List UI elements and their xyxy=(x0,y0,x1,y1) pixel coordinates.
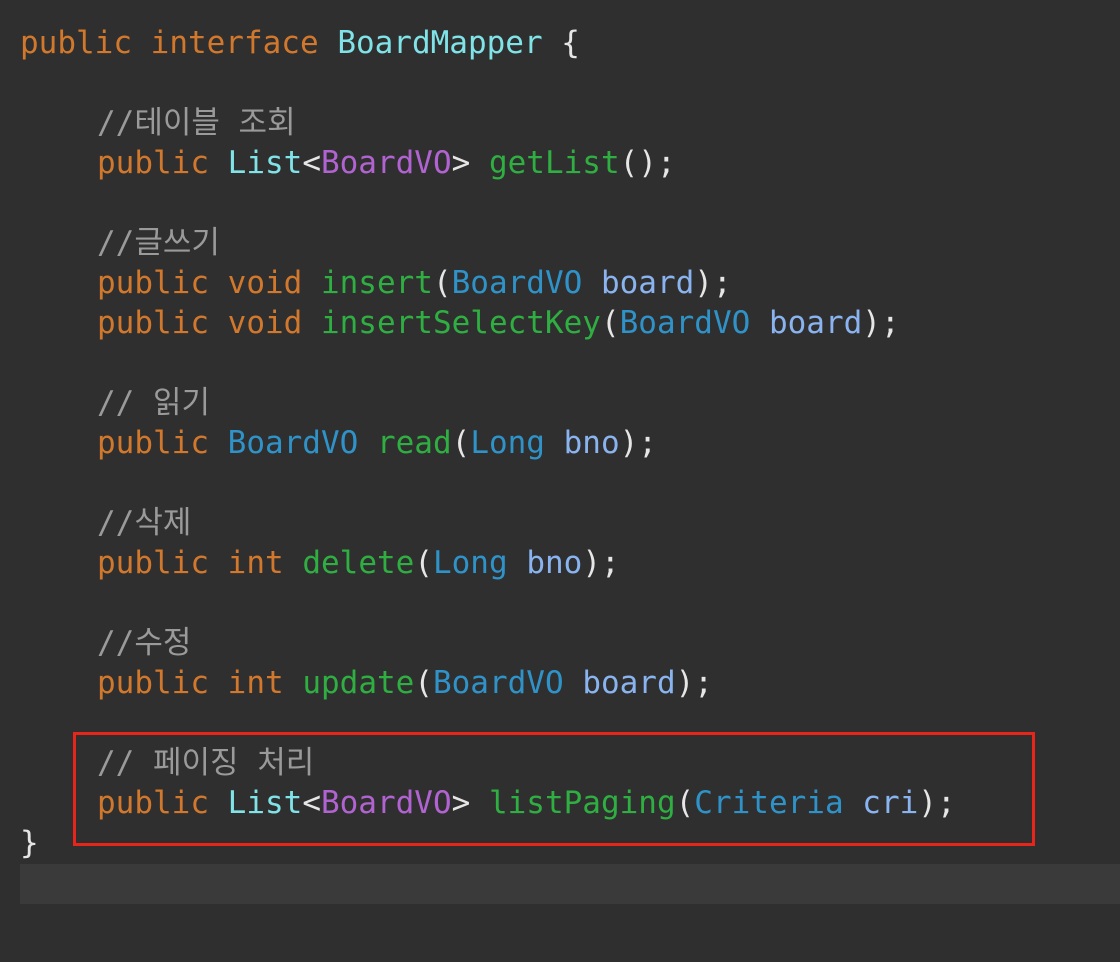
param-type: BoardVO xyxy=(432,665,564,701)
code-line-comment-read[interactable]: // 읽기 xyxy=(20,383,210,423)
param-type: Long xyxy=(432,545,508,581)
method-name: update xyxy=(302,665,415,701)
param-name: board xyxy=(600,265,695,301)
paren-close: ); xyxy=(862,305,900,341)
code-line-delete[interactable]: public int delete(Long bno); xyxy=(20,543,620,583)
paren-open: ( xyxy=(432,265,452,301)
comment: //글쓰기 xyxy=(97,225,220,261)
code-line-read[interactable]: public BoardVO read(Long bno); xyxy=(20,423,657,463)
paren-close: ); xyxy=(619,425,657,461)
param-name: board xyxy=(582,665,676,701)
keyword-interface: interface xyxy=(150,25,319,61)
type-list: List xyxy=(227,145,303,181)
code-line-comment-update[interactable]: //수정 xyxy=(20,623,191,663)
comment: //수정 xyxy=(97,625,192,661)
paren-open: ( xyxy=(414,545,433,581)
comment: //삭제 xyxy=(97,505,192,541)
paren-open: ( xyxy=(600,305,620,341)
return-type: BoardVO xyxy=(227,425,359,461)
keyword-public: public xyxy=(97,145,209,181)
param-type: Long xyxy=(470,425,545,461)
code-line-insert-select-key[interactable]: public void insertSelectKey(BoardVO boar… xyxy=(20,303,900,343)
interface-name: BoardMapper xyxy=(337,25,543,61)
brace-open: { xyxy=(542,25,580,61)
paren-open: ( xyxy=(414,665,433,701)
code-line-interface-declaration[interactable]: public interface BoardMapper { xyxy=(20,23,580,63)
highlight-annotation-box xyxy=(73,732,1035,846)
generic-open: < xyxy=(302,145,321,181)
param-type: BoardVO xyxy=(451,265,583,301)
paren-open: ( xyxy=(451,425,471,461)
code-line-get-list[interactable]: public List<BoardVO> getList(); xyxy=(20,143,676,183)
code-line-comment-list[interactable]: //테이블 조회 xyxy=(20,103,296,143)
param-name: bno xyxy=(563,425,620,461)
brace-close: } xyxy=(20,825,39,861)
keyword-public: public xyxy=(97,305,209,341)
keyword-public: public xyxy=(97,425,209,461)
code-line-comment-delete[interactable]: //삭제 xyxy=(20,503,191,543)
param-type: BoardVO xyxy=(619,305,751,341)
generic-close: > xyxy=(451,145,471,181)
method-name: delete xyxy=(302,545,415,581)
code-line-comment-insert[interactable]: //글쓰기 xyxy=(20,223,220,263)
comment: //테이블 조회 xyxy=(97,105,296,141)
method-name: insert xyxy=(320,265,433,301)
method-name: read xyxy=(376,425,452,461)
keyword-public: public xyxy=(20,25,132,61)
code-line-closing-brace[interactable]: } xyxy=(20,823,39,863)
keyword-void: void xyxy=(227,305,303,341)
keyword-public: public xyxy=(97,265,209,301)
param-name: board xyxy=(768,305,863,341)
code-line-update[interactable]: public int update(BoardVO board); xyxy=(20,663,713,703)
code-line-insert[interactable]: public void insert(BoardVO board); xyxy=(20,263,732,303)
generic-type: BoardVO xyxy=(320,145,452,181)
code-editor[interactable]: public interface BoardMapper { //테이블 조회 … xyxy=(0,0,1120,962)
method-name: insertSelectKey xyxy=(320,305,601,341)
keyword-int: int xyxy=(227,545,284,581)
paren-close: ); xyxy=(675,665,713,701)
comment: // 읽기 xyxy=(97,385,211,421)
paren-close: ); xyxy=(582,545,620,581)
method-punctuation: (); xyxy=(619,145,676,181)
keyword-void: void xyxy=(227,265,303,301)
method-name: getList xyxy=(488,145,620,181)
keyword-public: public xyxy=(97,665,209,701)
keyword-int: int xyxy=(227,665,284,701)
paren-close: ); xyxy=(694,265,732,301)
param-name: bno xyxy=(526,545,583,581)
keyword-public: public xyxy=(97,545,209,581)
current-line-highlight xyxy=(20,864,1120,904)
